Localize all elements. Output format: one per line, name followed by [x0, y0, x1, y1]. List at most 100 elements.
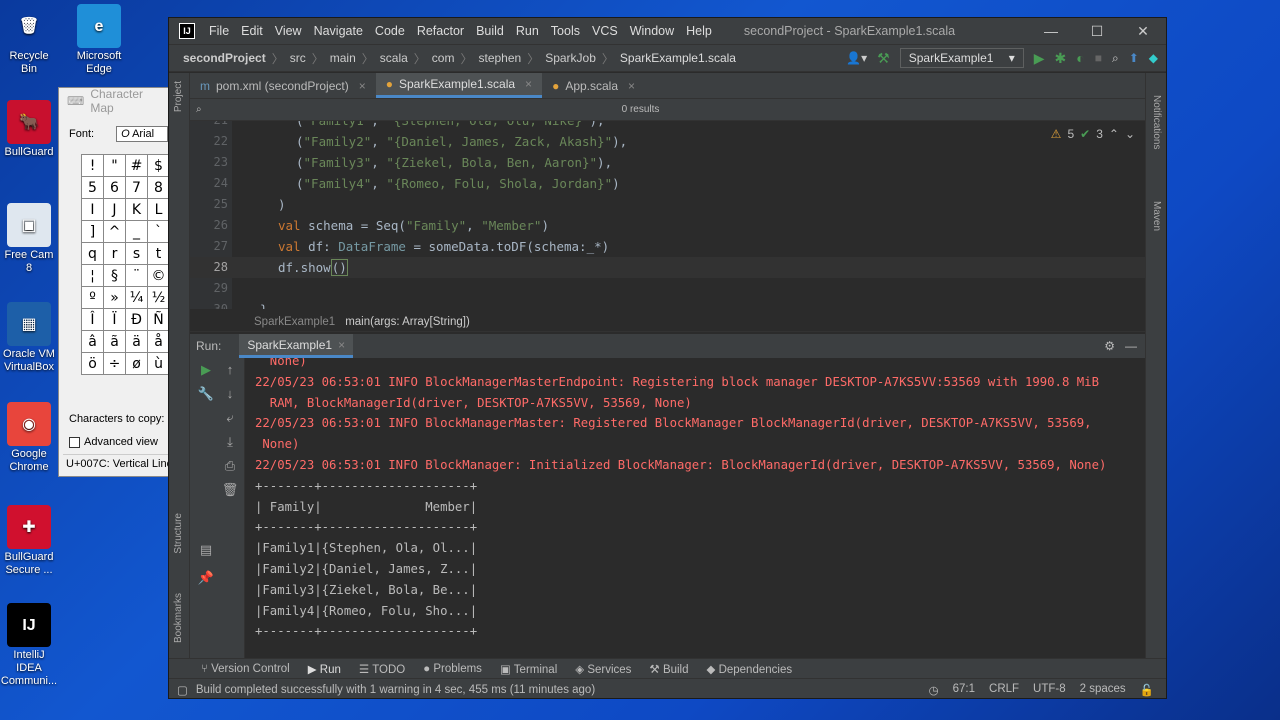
character-cell[interactable]: K	[126, 199, 148, 221]
notifications-tool-tab[interactable]: Notifications	[1151, 95, 1162, 149]
tool-window-version-control[interactable]: ⑂ Version Control	[201, 663, 290, 675]
breadcrumb-item[interactable]: src	[286, 51, 310, 65]
character-cell[interactable]: ©	[148, 265, 170, 287]
hide-panel-icon[interactable]: —	[1125, 339, 1137, 353]
scroll-to-end-icon[interactable]: ⤓	[220, 434, 240, 450]
desktop-icon-google-chrome[interactable]: ◉ Google Chrome	[0, 402, 58, 474]
character-cell[interactable]: ö	[82, 353, 104, 375]
maximize-icon[interactable]: ☐	[1074, 23, 1120, 40]
close-icon[interactable]: ✕	[1120, 23, 1166, 40]
status-widget[interactable]: 67:1	[953, 683, 975, 697]
soft-wrap-icon[interactable]: ⤶	[220, 410, 240, 426]
project-tool-tab[interactable]: Project	[173, 81, 184, 112]
pin-icon[interactable]: 📌	[196, 570, 216, 586]
menu-tools[interactable]: Tools	[545, 24, 586, 38]
character-cell[interactable]: t	[148, 243, 170, 265]
character-cell[interactable]: Ñ	[148, 309, 170, 331]
editor-tab[interactable]: ● SparkExample1.scala ×	[375, 73, 543, 98]
trash-icon[interactable]: 🗑	[220, 482, 240, 498]
menu-run[interactable]: Run	[510, 24, 545, 38]
menu-vcs[interactable]: VCS	[586, 24, 624, 38]
wrench-icon[interactable]: 🔧	[196, 386, 216, 402]
stop-icon[interactable]: ■	[1095, 51, 1102, 65]
menu-view[interactable]: View	[269, 24, 308, 38]
bookmarks-tool-tab[interactable]: Bookmarks	[173, 593, 184, 643]
status-widget[interactable]: UTF-8	[1033, 683, 1066, 697]
run-tab[interactable]: SparkExample1 ×	[239, 334, 354, 358]
breadcrumb-item[interactable]: stephen	[474, 51, 525, 65]
coverage-icon[interactable]: ◐	[1076, 50, 1084, 66]
character-cell[interactable]: L	[148, 199, 170, 221]
code-line[interactable]: 29	[190, 278, 1145, 299]
menu-refactor[interactable]: Refactor	[411, 24, 470, 38]
menu-build[interactable]: Build	[470, 24, 510, 38]
chevron-down-icon[interactable]: ⌄	[1125, 127, 1135, 141]
menu-window[interactable]: Window	[624, 24, 680, 38]
code-line[interactable]: 23 ("Family3", "{Ziekel, Bola, Ben, Aaron…	[190, 152, 1145, 173]
code-line[interactable]: 22 ("Family2", "{Daniel, James, Zack, Aka…	[190, 131, 1145, 152]
settings-gear-icon[interactable]: ⚙	[1104, 339, 1115, 353]
menu-edit[interactable]: Edit	[235, 24, 269, 38]
inspection-widget[interactable]: ⚠ 5 ✔ 3 ⌃ ⌄	[1051, 127, 1135, 141]
character-cell[interactable]: ¦	[82, 265, 104, 287]
code-line[interactable]: 28 df.show()	[190, 257, 1145, 278]
close-tab-icon[interactable]: ×	[628, 79, 635, 93]
character-cell[interactable]: $	[148, 155, 170, 177]
scroll-down-icon[interactable]: ↓	[220, 386, 240, 401]
desktop-icon-bullguard-secure[interactable]: ✚ BullGuard Secure ...	[0, 505, 58, 577]
character-cell[interactable]: ]	[82, 221, 104, 243]
character-cell[interactable]: »	[104, 287, 126, 309]
desktop-icon-oracle-vm-virtualbox[interactable]: ▦ Oracle VM VirtualBox	[0, 302, 58, 374]
update-icon[interactable]: ⬆	[1129, 51, 1139, 65]
close-tab-icon[interactable]: ×	[525, 77, 532, 91]
character-cell[interactable]: 8	[148, 177, 170, 199]
character-cell[interactable]: 7	[126, 177, 148, 199]
character-cell[interactable]: I	[82, 199, 104, 221]
scroll-up-icon[interactable]: ↑	[220, 362, 240, 377]
code-line[interactable]: 30}	[190, 299, 1145, 309]
chevron-up-icon[interactable]: ⌃	[1109, 127, 1119, 141]
character-cell[interactable]: !	[82, 155, 104, 177]
character-cell[interactable]: _	[126, 221, 148, 243]
status-widget[interactable]: 2 spaces	[1080, 683, 1126, 697]
advanced-view-checkbox[interactable]: Advanced view	[69, 436, 158, 448]
breadcrumb-item[interactable]: com	[428, 51, 459, 65]
desktop-icon-microsoft-edge[interactable]: e Microsoft Edge	[70, 4, 128, 76]
character-cell[interactable]: Ï	[104, 309, 126, 331]
character-cell[interactable]: "	[104, 155, 126, 177]
layout-icon[interactable]: ▤	[196, 542, 216, 558]
character-cell[interactable]: ¨	[126, 265, 148, 287]
build-hammer-icon[interactable]: ⚒	[877, 50, 890, 67]
character-cell[interactable]: Î	[82, 309, 104, 331]
run-icon[interactable]: ▶	[1034, 50, 1045, 67]
find-search-icon[interactable]: ⌕	[196, 104, 202, 115]
code-line[interactable]: 27 val df: DataFrame = someData.toDF(sche…	[190, 236, 1145, 257]
character-cell[interactable]: r	[104, 243, 126, 265]
menu-code[interactable]: Code	[369, 24, 411, 38]
code-editor[interactable]: 21 ("Family1", "{Stephen, Ola, Olu, Nike}…	[190, 121, 1145, 309]
editor-tab[interactable]: m pom.xml (secondProject) ×	[190, 73, 376, 98]
breadcrumb-item[interactable]: scala	[376, 51, 412, 65]
character-cell[interactable]: s	[126, 243, 148, 265]
breadcrumb-item[interactable]: main	[326, 51, 360, 65]
desktop-icon-recycle-bin[interactable]: 🗑 Recycle Bin	[0, 4, 58, 76]
code-line[interactable]: 21 ("Family1", "{Stephen, Ola, Olu, Nike}…	[190, 121, 1145, 131]
menu-navigate[interactable]: Navigate	[308, 24, 369, 38]
character-cell[interactable]: q	[82, 243, 104, 265]
character-cell[interactable]: ½	[148, 287, 170, 309]
run-configuration-select[interactable]: SparkExample1 ▾	[899, 48, 1024, 68]
character-cell[interactable]: `	[148, 221, 170, 243]
debug-icon[interactable]: ✱	[1055, 50, 1067, 67]
minimize-icon[interactable]: —	[1028, 23, 1074, 40]
status-icon[interactable]: ▢	[177, 683, 188, 697]
search-icon[interactable]: ⌕	[1112, 51, 1119, 66]
breadcrumb-item[interactable]: SparkExample1.scala	[616, 51, 740, 65]
code-line[interactable]: 24 ("Family4", "{Romeo, Folu, Shola, Jord…	[190, 173, 1145, 194]
menu-file[interactable]: File	[203, 24, 235, 38]
character-grid[interactable]: ! " # $5 6 7 8 I J K L] ^ _ ` q r s t ¦ § ¨ © º» ¼ ½ Î Ï Ð Ñâ ã ä å ö ÷ ø ù	[81, 154, 171, 375]
character-cell[interactable]: Ð	[126, 309, 148, 331]
menu-help[interactable]: Help	[680, 24, 718, 38]
character-cell[interactable]: ÷	[104, 353, 126, 375]
character-cell[interactable]: ¼	[126, 287, 148, 309]
character-cell[interactable]: â	[82, 331, 104, 353]
